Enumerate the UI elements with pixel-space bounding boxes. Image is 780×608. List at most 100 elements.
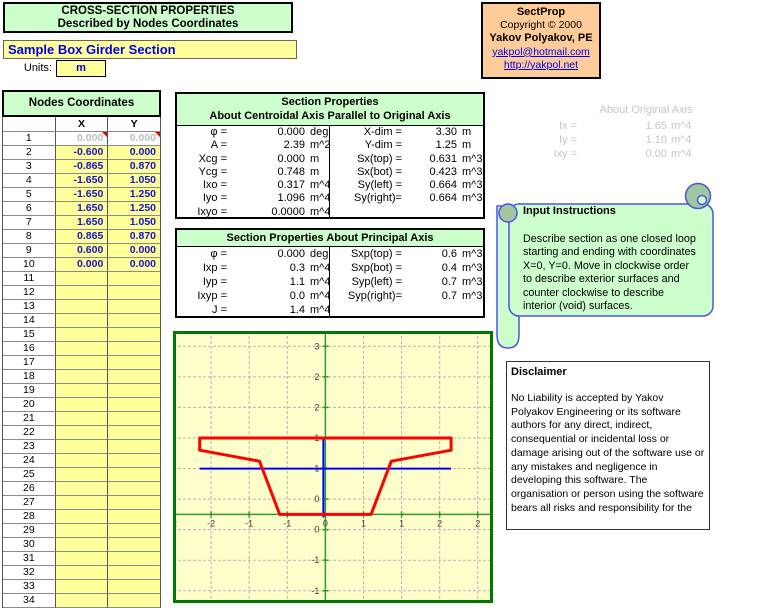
node-y-cell[interactable]: 1.050 [108,174,161,188]
node-y-cell[interactable]: 1.250 [108,202,161,216]
node-x-cell[interactable]: -1.650 [56,174,109,188]
node-y-cell[interactable] [108,482,161,496]
node-y-cell[interactable]: 0.000 [108,132,161,146]
node-x-cell[interactable]: -0.865 [56,160,109,174]
node-y-cell[interactable]: 0.870 [108,230,161,244]
node-row: 23 [3,440,161,454]
svg-text:0: 0 [314,494,319,504]
original-axis-label: Ix = [520,119,577,133]
project-title-cell[interactable]: Sample Box Girder Section [3,40,297,59]
node-x-cell[interactable]: 0.600 [56,244,109,258]
email-link[interactable]: yakpol@hotmail.com [492,46,590,58]
node-y-cell[interactable] [108,440,161,454]
comment-indicator-icon [155,132,160,137]
node-x-cell[interactable] [56,566,109,580]
node-y-cell[interactable]: 0.870 [108,160,161,174]
node-x-cell[interactable] [56,314,109,328]
node-y-cell[interactable] [108,454,161,468]
node-x-cell[interactable] [56,454,109,468]
node-row-number: 22 [3,426,56,440]
original-axis-value: 1.65 [577,119,667,133]
node-y-cell[interactable] [108,272,161,286]
node-y-cell[interactable] [108,356,161,370]
node-x-cell[interactable] [56,440,109,454]
node-x-cell[interactable] [56,412,109,426]
node-y-cell[interactable] [108,328,161,342]
property-row: Ixo =0.317m^4 [177,179,329,192]
node-x-cell[interactable] [56,398,109,412]
node-row: 80.8650.870 [3,230,161,244]
node-x-cell[interactable]: -0.600 [56,146,109,160]
property-label: Ixp = [177,261,229,275]
property-label: Sy(right)= [330,192,404,205]
node-y-cell[interactable] [108,314,161,328]
node-row-number: 32 [3,566,56,580]
node-x-cell[interactable] [56,468,109,482]
node-y-cell[interactable] [108,426,161,440]
node-y-cell[interactable] [108,524,161,538]
node-y-cell[interactable]: 1.250 [108,188,161,202]
svg-text:1: 1 [399,518,404,528]
node-x-cell[interactable] [56,300,109,314]
node-y-cell[interactable] [108,398,161,412]
node-y-cell[interactable] [108,538,161,552]
website-link[interactable]: http://yakpol.net [504,59,578,71]
node-x-cell[interactable] [56,342,109,356]
node-x-cell[interactable] [56,328,109,342]
node-x-cell[interactable]: 0.000 [56,132,109,146]
node-y-cell[interactable] [108,594,161,608]
node-x-cell[interactable] [56,580,109,594]
node-x-cell[interactable] [56,482,109,496]
node-x-cell[interactable] [56,384,109,398]
original-axis-value: 1.10 [577,133,667,147]
property-label: Syp(right)= [330,289,404,303]
node-y-cell[interactable] [108,580,161,594]
node-x-cell[interactable] [56,538,109,552]
node-x-cell[interactable]: -1.650 [56,188,109,202]
node-row-number: 6 [3,202,56,216]
node-y-cell[interactable]: 0.000 [108,146,161,160]
property-value: 0.000 [229,126,305,139]
property-row: Ixyp =0.0m^4 [177,289,329,303]
node-y-cell[interactable]: 1.050 [108,216,161,230]
property-label: φ = [177,126,229,139]
disclaimer-line: bears all risks and responsibility for t… [511,502,709,516]
node-y-cell[interactable] [108,342,161,356]
node-y-cell[interactable] [108,496,161,510]
node-y-cell[interactable] [108,300,161,314]
node-x-cell[interactable] [56,496,109,510]
node-x-cell[interactable]: 0.000 [56,258,109,272]
node-x-cell[interactable] [56,510,109,524]
node-row: 90.6000.000 [3,244,161,258]
node-x-cell[interactable]: 1.650 [56,216,109,230]
node-y-cell[interactable] [108,412,161,426]
node-y-cell[interactable] [108,566,161,580]
property-value: 1.096 [229,192,305,205]
node-row: 18 [3,370,161,384]
node-x-cell[interactable]: 1.650 [56,202,109,216]
node-x-cell[interactable] [56,552,109,566]
node-y-cell[interactable] [108,510,161,524]
node-x-cell[interactable] [56,370,109,384]
node-y-cell[interactable] [108,552,161,566]
node-x-cell[interactable]: 0.865 [56,230,109,244]
node-x-cell[interactable] [56,356,109,370]
node-row: 19 [3,384,161,398]
property-unit: m^3 [457,192,483,205]
node-y-cell[interactable]: 0.000 [108,244,161,258]
node-x-cell[interactable] [56,426,109,440]
node-x-cell[interactable] [56,272,109,286]
instructions-line: starting and ending with coordinates [523,246,711,259]
property-unit: deg [305,126,329,139]
node-y-cell[interactable] [108,384,161,398]
node-y-cell[interactable]: 0.000 [108,258,161,272]
property-unit: m^3 [457,179,483,192]
node-y-cell[interactable] [108,370,161,384]
node-x-cell[interactable] [56,286,109,300]
node-x-cell[interactable] [56,524,109,538]
node-x-cell[interactable] [56,594,109,608]
node-row-number: 29 [3,524,56,538]
node-y-cell[interactable] [108,468,161,482]
node-y-cell[interactable] [108,286,161,300]
units-input-cell[interactable]: m [56,60,106,77]
